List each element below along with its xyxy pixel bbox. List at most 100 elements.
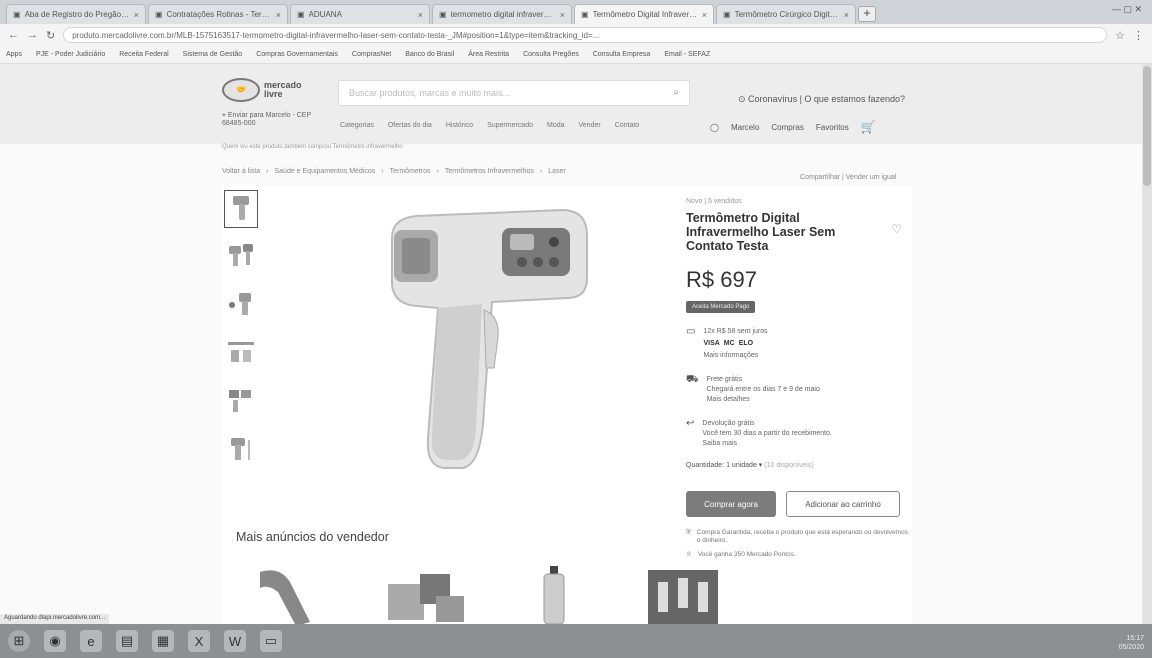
heart-icon[interactable]: ♡ bbox=[891, 222, 902, 236]
browser-tab[interactable]: ▣Termômetro Digital Infravermelho... × bbox=[574, 4, 714, 24]
thumbnail[interactable] bbox=[224, 382, 258, 420]
tab-label: ADUANA bbox=[308, 10, 342, 19]
close-tab-icon[interactable]: × bbox=[276, 10, 281, 20]
menu-icon[interactable]: ⋮ bbox=[1133, 29, 1144, 42]
product-image-thermometer[interactable] bbox=[372, 198, 602, 488]
thumbnail[interactable] bbox=[224, 334, 258, 372]
nav-item[interactable]: Supermercado bbox=[487, 122, 533, 129]
thumbnail[interactable] bbox=[224, 286, 258, 324]
tab-favicon-icon: ▣ bbox=[581, 10, 589, 19]
screen-icon[interactable]: ▭ bbox=[260, 630, 282, 652]
buy-now-button[interactable]: Comprar agora bbox=[686, 491, 776, 517]
bookmark-item[interactable]: Compras Governamentais bbox=[256, 51, 338, 58]
tab-favicon-icon: ▣ bbox=[155, 10, 163, 19]
product-panel: Novo | 5 vendidos ♡ Termômetro Digital I… bbox=[222, 186, 912, 626]
quantity-selector[interactable]: Quantidade: 1 unidade ▾ (10 disponíveis) bbox=[686, 461, 912, 469]
bookmark-item[interactable]: PJE - Poder Judiciário bbox=[36, 51, 105, 58]
condition-sold: Novo | 5 vendidos bbox=[686, 198, 742, 205]
thumbnail[interactable] bbox=[224, 190, 258, 228]
file-explorer-icon[interactable]: ▤ bbox=[116, 630, 138, 652]
new-tab-button[interactable]: + bbox=[858, 6, 876, 22]
ie-icon[interactable]: e bbox=[80, 630, 102, 652]
calculator-icon[interactable]: ▦ bbox=[152, 630, 174, 652]
nav-item[interactable]: Contato bbox=[615, 122, 640, 129]
browser-tab[interactable]: ▣Aba de Registro do Pregão - PE... × bbox=[6, 4, 146, 24]
window-controls[interactable]: — ▢ ✕ bbox=[1112, 4, 1142, 15]
share-links[interactable]: Compartilhar | Vender um igual bbox=[800, 174, 896, 181]
chrome-icon[interactable]: ◉ bbox=[44, 630, 66, 652]
user-nav: ◯ Marcelo Compras Favoritos 🛒 bbox=[710, 120, 876, 134]
breadcrumb-item[interactable]: Termômetros Infravermelhos bbox=[445, 168, 534, 175]
breadcrumb-item[interactable]: Voltar à lista bbox=[222, 168, 260, 175]
nav-item[interactable]: Vender bbox=[579, 122, 601, 129]
browser-tab[interactable]: ▣termometro digital infravermelho - Goog… bbox=[432, 4, 572, 24]
nav-favoritos[interactable]: Favoritos bbox=[816, 123, 849, 132]
thumbnail[interactable] bbox=[224, 430, 258, 468]
covid-banner[interactable]: ⊙ Coronavírus | O que estamos fazendo? bbox=[738, 94, 905, 105]
url-field[interactable]: produto.mercadolivre.com.br/MLB-15751635… bbox=[63, 27, 1108, 43]
truck-icon: ⛟ bbox=[686, 374, 699, 385]
search-icon[interactable]: ⌕ bbox=[673, 87, 679, 98]
shipping-location[interactable]: ⌖ Enviar para Marcelo - CEP 68485-000 bbox=[222, 112, 312, 128]
windows-start-icon[interactable]: ⊞ bbox=[8, 630, 30, 652]
seller-item[interactable] bbox=[640, 562, 730, 626]
more-from-seller-list bbox=[250, 562, 730, 626]
excel-icon[interactable]: X bbox=[188, 630, 210, 652]
bookmark-item[interactable]: Sistema de Gestão bbox=[183, 51, 243, 58]
thumbnail[interactable] bbox=[224, 238, 258, 276]
bookmark-item[interactable]: Receita Federal bbox=[119, 51, 168, 58]
bookmark-item[interactable]: Email - SEFAZ bbox=[664, 51, 710, 58]
system-tray[interactable]: 15:17 05/2020 bbox=[1119, 634, 1144, 652]
browser-tab[interactable]: ▣Contratações Rotinas - Termômetro... × bbox=[148, 4, 288, 24]
thumbnail-list bbox=[222, 186, 262, 478]
breadcrumb-item[interactable]: Laser bbox=[548, 168, 566, 175]
bookmark-item[interactable]: Consulta Empresa bbox=[593, 51, 651, 58]
bookmark-item[interactable]: Banco do Brasil bbox=[405, 51, 454, 58]
tab-label: Termômetro Digital Infravermelho... bbox=[592, 10, 698, 19]
clock-date: 05/2020 bbox=[1118, 644, 1144, 651]
star-icon[interactable]: ☆ bbox=[1115, 29, 1125, 42]
add-to-cart-button[interactable]: Adicionar ao carrinho bbox=[786, 491, 900, 517]
tab-favicon-icon: ▣ bbox=[13, 10, 21, 19]
cart-icon[interactable]: 🛒 bbox=[861, 120, 876, 134]
reload-icon[interactable]: ↻ bbox=[46, 29, 55, 42]
nav-item[interactable]: Moda bbox=[547, 122, 565, 129]
bookmark-item[interactable]: Área Restrita bbox=[468, 51, 509, 58]
tab-label: Aba de Registro do Pregão - PE... bbox=[24, 10, 130, 19]
forward-icon[interactable]: → bbox=[27, 29, 38, 41]
close-tab-icon[interactable]: × bbox=[134, 10, 139, 20]
related-searches[interactable]: Quem viu este produto também comprou Ter… bbox=[222, 144, 403, 150]
nav-item[interactable]: Histórico bbox=[446, 122, 473, 129]
close-tab-icon[interactable]: × bbox=[844, 10, 849, 20]
nav-compras[interactable]: Compras bbox=[771, 123, 803, 132]
nav-item[interactable]: Categorias bbox=[340, 122, 374, 129]
browser-tab[interactable]: ▣ Termômetro Cirúrgico Digital... × bbox=[716, 4, 856, 24]
nav-item[interactable]: Ofertas do dia bbox=[388, 122, 432, 129]
buy-box: Novo | 5 vendidos ♡ Termômetro Digital I… bbox=[686, 186, 912, 559]
breadcrumb-item[interactable]: Saúde e Equipamentos Médicos bbox=[274, 168, 375, 175]
browser-tab[interactable]: ▣ ADUANA × bbox=[290, 4, 430, 24]
seller-item[interactable] bbox=[250, 562, 340, 626]
shipping-more-link[interactable]: Mais detalhes bbox=[707, 395, 820, 405]
bookmark-item[interactable]: ComprasNet bbox=[352, 51, 391, 58]
close-tab-icon[interactable]: × bbox=[560, 10, 565, 20]
bookmark-item[interactable]: Consulta Pregões bbox=[523, 51, 579, 58]
seller-item[interactable] bbox=[380, 562, 470, 626]
word-icon[interactable]: W bbox=[224, 630, 246, 652]
back-icon[interactable]: ← bbox=[8, 29, 19, 41]
bookmarks-bar: Apps PJE - Poder Judiciário Receita Federa… bbox=[0, 46, 1152, 64]
purchase-protection: ⛨ Compra Garantida, receba o produto que… bbox=[686, 529, 908, 544]
seller-item[interactable] bbox=[510, 562, 600, 626]
close-tab-icon[interactable]: × bbox=[418, 10, 423, 20]
breadcrumb-item[interactable]: Termômetros bbox=[390, 168, 431, 175]
search-input[interactable]: Buscar produtos, marcas e muito mais... … bbox=[338, 80, 690, 106]
close-tab-icon[interactable]: × bbox=[702, 10, 707, 20]
scrollbar-thumb[interactable] bbox=[1143, 66, 1151, 186]
bookmark-item[interactable]: Apps bbox=[6, 51, 22, 58]
site-logo[interactable]: 🤝 mercado livre bbox=[222, 78, 312, 102]
returns-more-link[interactable]: Saiba mais bbox=[702, 439, 832, 449]
browser-status: Aguardando dlapi.mercadolivre.com... bbox=[0, 614, 110, 624]
taskbar: ⊞ ◉ e ▤ ▦ X W ▭ 15:17 05/2020 bbox=[0, 624, 1152, 658]
nav-user[interactable]: Marcelo bbox=[731, 123, 759, 132]
payment-more-link[interactable]: Mais informações bbox=[703, 351, 767, 361]
